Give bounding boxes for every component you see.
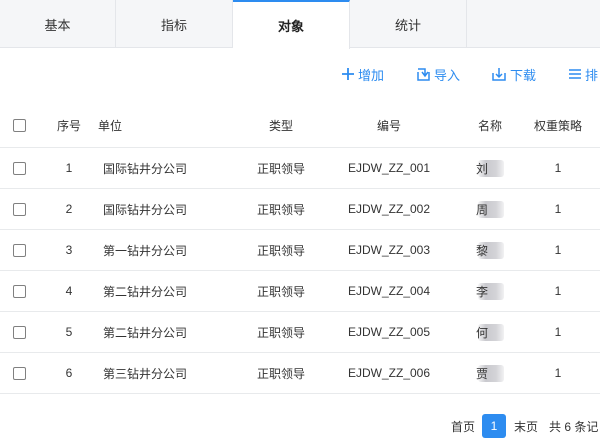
cell-weight: 1 (554, 284, 562, 298)
header-unit: 单位 (98, 119, 123, 133)
cell-code: EJDW_ZZ_005 (347, 325, 431, 339)
cell-unit: 第三钻井分公司 (103, 366, 188, 381)
sort-button[interactable]: 排 (568, 62, 598, 86)
cell-code: EJDW_ZZ_004 (347, 284, 431, 298)
header-type: 类型 (268, 119, 293, 133)
table-header: 序号 单位 类型 编号 名称 权重策略 (0, 104, 600, 148)
row-checkbox[interactable] (13, 202, 26, 216)
header-code: 编号 (376, 119, 401, 133)
header-name: 名称 (477, 119, 502, 133)
download-icon (492, 67, 506, 81)
pagination: 首页 1 末页 共 6 条记 (0, 414, 600, 438)
tab-bar-filler (467, 0, 600, 48)
cell-code: EJDW_ZZ_001 (347, 161, 431, 175)
tab-basic[interactable]: 基本 (0, 0, 116, 48)
sort-button-label: 排 (585, 67, 599, 83)
header-weight: 权重策略 (533, 119, 582, 133)
table-row[interactable]: 1 国际钻井分公司 正职领导 EJDW_ZZ_001 刘 1 (0, 148, 600, 189)
cell-weight: 1 (554, 202, 562, 216)
download-button-label: 下载 (510, 67, 537, 83)
cell-code: EJDW_ZZ_006 (347, 366, 431, 380)
download-button[interactable]: 下载 (491, 62, 536, 86)
current-page-button[interactable]: 1 (482, 414, 506, 438)
cell-type: 正职领导 (256, 284, 305, 299)
cell-weight: 1 (554, 325, 562, 339)
cell-index: 3 (65, 243, 73, 257)
cell-type: 正职领导 (256, 366, 305, 381)
cell-index: 5 (65, 325, 73, 339)
plus-icon (342, 68, 354, 80)
cell-weight: 1 (554, 243, 562, 257)
cell-name: 周 (475, 202, 488, 217)
cell-index: 6 (65, 366, 73, 380)
cell-weight: 1 (554, 366, 562, 380)
row-checkbox[interactable] (13, 284, 26, 298)
cell-unit: 第二钻井分公司 (103, 325, 188, 340)
cell-type: 正职领导 (256, 202, 305, 217)
cell-name: 刘 (475, 161, 488, 176)
cell-type: 正职领导 (256, 161, 305, 176)
cell-unit: 国际钻井分公司 (103, 161, 188, 176)
cell-name: 贾 (475, 366, 488, 381)
cell-weight: 1 (554, 161, 562, 175)
cell-unit: 国际钻井分公司 (103, 202, 188, 217)
table-row[interactable]: 5 第二钻井分公司 正职领导 EJDW_ZZ_005 何 1 (0, 312, 600, 353)
table-row[interactable]: 2 国际钻井分公司 正职领导 EJDW_ZZ_002 周 1 (0, 189, 600, 230)
cell-code: EJDW_ZZ_003 (347, 243, 431, 257)
objects-table: 序号 单位 类型 编号 名称 权重策略 1 国际钻井分公司 正职领导 EJDW_… (0, 104, 600, 394)
cell-type: 正职领导 (256, 243, 305, 258)
cell-type: 正职领导 (256, 325, 305, 340)
import-button-label: 导入 (434, 67, 461, 83)
cell-code: EJDW_ZZ_002 (347, 202, 431, 216)
add-button[interactable]: 增加 (341, 62, 384, 86)
cell-unit: 第一钻井分公司 (103, 243, 188, 258)
cell-index: 1 (65, 161, 73, 175)
header-index: 序号 (56, 119, 81, 133)
toolbar: 增加 导入 下载 排 (0, 62, 600, 86)
cell-index: 2 (65, 202, 73, 216)
list-icon (569, 69, 581, 79)
tab-bar: 基本 指标 对象 统计 (0, 0, 600, 49)
last-page-link[interactable]: 末页 (514, 414, 538, 438)
table-row[interactable]: 6 第三钻井分公司 正职领导 EJDW_ZZ_006 贾 1 (0, 353, 600, 394)
table-row[interactable]: 4 第二钻井分公司 正职领导 EJDW_ZZ_004 李 1 (0, 271, 600, 312)
table-row[interactable]: 3 第一钻井分公司 正职领导 EJDW_ZZ_003 黎 1 (0, 230, 600, 271)
cell-name: 何 (475, 325, 488, 340)
add-button-label: 增加 (358, 67, 385, 83)
import-icon (417, 67, 430, 81)
cell-name: 李 (475, 284, 488, 299)
row-checkbox[interactable] (13, 243, 26, 257)
import-button[interactable]: 导入 (416, 62, 460, 86)
first-page-link[interactable]: 首页 (451, 414, 475, 438)
row-checkbox[interactable] (13, 325, 26, 339)
tab-objects[interactable]: 对象 (233, 0, 350, 49)
cell-unit: 第二钻井分公司 (103, 284, 188, 299)
row-checkbox[interactable] (13, 366, 26, 380)
total-records: 共 6 条记 (549, 419, 599, 434)
cell-name: 黎 (475, 243, 488, 258)
tab-indicators[interactable]: 指标 (116, 0, 233, 48)
row-checkbox[interactable] (13, 161, 26, 175)
tab-statistics[interactable]: 统计 (350, 0, 467, 48)
cell-index: 4 (65, 284, 73, 298)
select-all-checkbox[interactable] (13, 119, 26, 132)
